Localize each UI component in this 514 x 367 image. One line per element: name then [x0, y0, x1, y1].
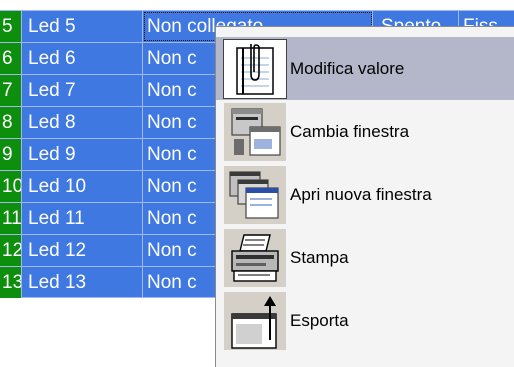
- row-number: 8: [0, 107, 22, 138]
- row-number: 7: [0, 75, 22, 106]
- switch-window-icon: [224, 103, 286, 161]
- row-number: 9: [0, 139, 22, 170]
- menu-item-modifica-valore[interactable]: Modifica valore: [216, 37, 514, 100]
- printer-icon: [224, 229, 286, 287]
- menu-item-esporta[interactable]: Esporta: [216, 289, 514, 352]
- row-number: 5: [0, 11, 22, 42]
- new-windows-icon: [224, 166, 286, 224]
- menu-item-stampa[interactable]: Stampa: [216, 226, 514, 289]
- led-name-cell[interactable]: Led 12: [22, 235, 143, 266]
- led-name-cell[interactable]: Led 10: [22, 171, 143, 202]
- row-number: 10: [0, 171, 22, 202]
- led-name-cell[interactable]: Led 6: [22, 43, 143, 74]
- menu-item-label: Esporta: [290, 311, 349, 330]
- context-menu: Modifica valore Cambia finestra Apri nuo…: [215, 26, 514, 367]
- led-name-cell[interactable]: Led 13: [22, 267, 143, 298]
- menu-item-apri-nuova-finestra[interactable]: Apri nuova finestra: [216, 163, 514, 226]
- led-name-cell[interactable]: Led 8: [22, 107, 143, 138]
- row-number: 11: [0, 203, 22, 234]
- row-number: 13: [0, 267, 22, 298]
- menu-item-label: Modifica valore: [290, 59, 405, 78]
- row-number: 12: [0, 235, 22, 266]
- menu-item-cambia-finestra[interactable]: Cambia finestra: [216, 100, 514, 163]
- led-name-cell[interactable]: Led 9: [22, 139, 143, 170]
- notepad-paperclip-icon: [223, 39, 287, 99]
- menu-item-label: Cambia finestra: [290, 122, 410, 141]
- led-name-cell[interactable]: Led 11: [22, 203, 143, 234]
- led-name-cell[interactable]: Led 7: [22, 75, 143, 106]
- menu-item-label: Stampa: [290, 248, 349, 267]
- led-name-cell[interactable]: Led 5: [22, 11, 143, 42]
- row-number: 6: [0, 43, 22, 74]
- export-icon: [224, 292, 286, 350]
- menu-item-label: Apri nuova finestra: [290, 185, 432, 204]
